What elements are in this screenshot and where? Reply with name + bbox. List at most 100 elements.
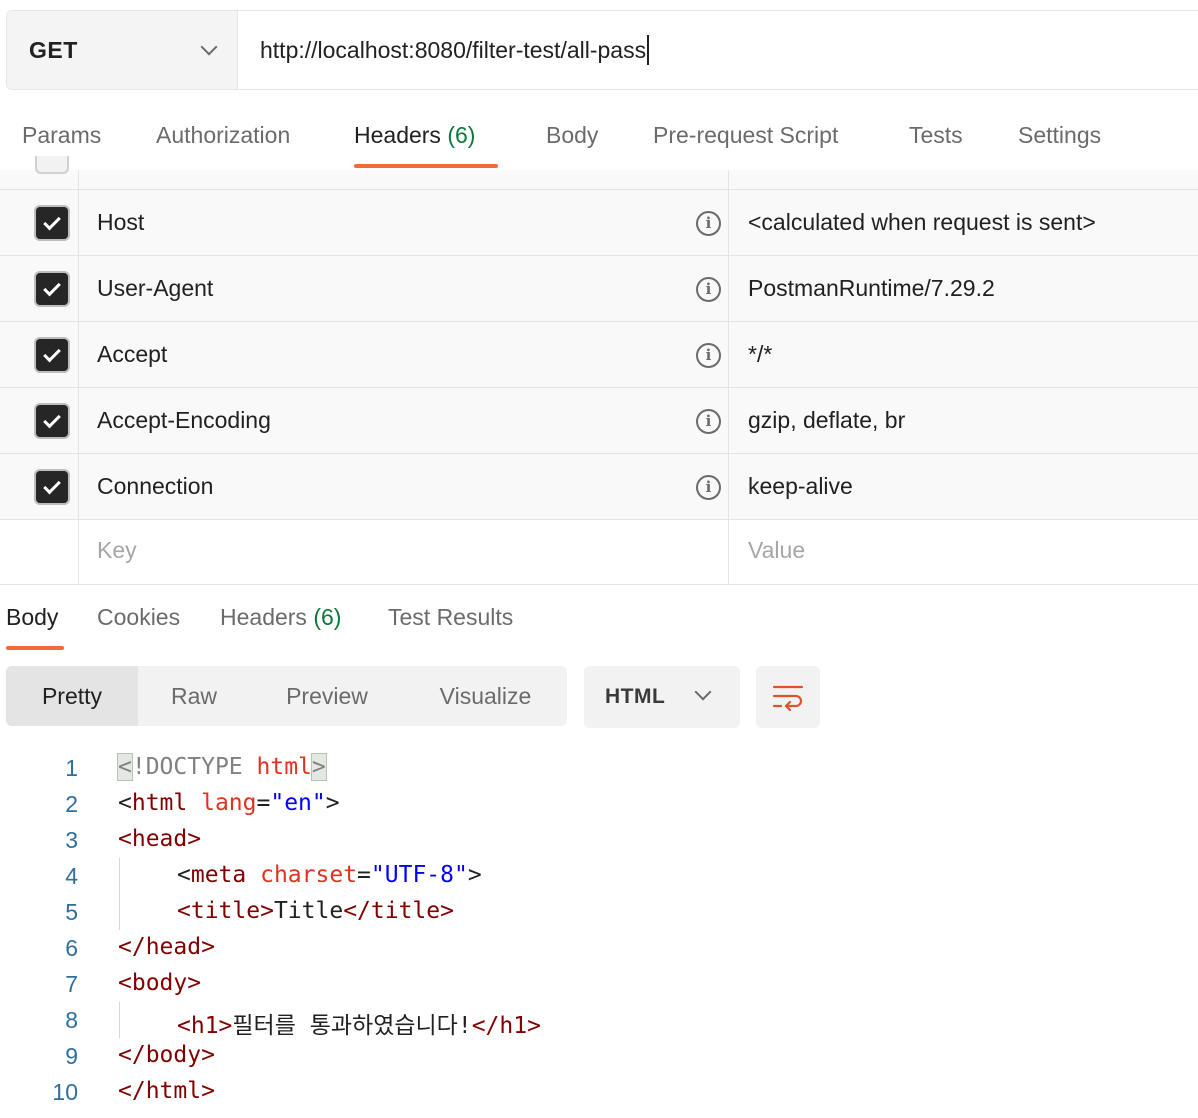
code-line: 5 <title>Title</title> — [0, 894, 1198, 930]
info-icon[interactable]: i — [696, 475, 721, 500]
header-value[interactable]: gzip, deflate, br — [748, 407, 905, 434]
tab-authorization[interactable]: Authorization — [156, 122, 290, 149]
code-token: < — [177, 862, 191, 888]
key-cell[interactable]: Connection i — [79, 454, 729, 519]
enable-checkbox[interactable] — [34, 271, 70, 307]
chevron-down-icon — [200, 38, 218, 56]
response-tab-body[interactable]: Body — [6, 604, 58, 631]
view-raw-button[interactable]: Raw — [138, 666, 250, 726]
tab-count-badge: (6) — [313, 604, 342, 630]
code-text: <head> — [118, 826, 202, 852]
header-key: Accept-Encoding — [97, 407, 271, 433]
key-input-placeholder[interactable]: Key — [97, 537, 137, 564]
info-icon[interactable]: i — [696, 343, 721, 368]
tab-label: Params — [22, 122, 102, 148]
header-value[interactable]: <calculated when request is sent> — [748, 209, 1096, 236]
wrap-lines-button[interactable] — [756, 666, 820, 728]
tab-label: Pre-request Script — [653, 122, 839, 148]
line-number: 1 — [65, 755, 78, 781]
code-token: "en" — [270, 790, 326, 816]
enable-checkbox[interactable] — [34, 337, 70, 373]
line-number: 5 — [65, 899, 78, 925]
tab-body[interactable]: Body — [546, 122, 598, 149]
method-label: GET — [29, 36, 78, 63]
check-icon — [43, 212, 61, 230]
info-icon[interactable]: i — [696, 277, 721, 302]
enable-checkbox[interactable] — [34, 205, 70, 241]
code-text: <html lang="en"> — [118, 790, 340, 816]
table-row: Accept-Encoding i gzip, deflate, br — [0, 388, 1198, 454]
tab-headers[interactable]: Headers (6) — [354, 122, 475, 149]
code-token: = — [256, 790, 271, 816]
check-cell — [0, 388, 79, 453]
check-icon — [43, 410, 61, 428]
header-key: Host — [97, 209, 145, 235]
key-cell[interactable]: Host i — [79, 190, 729, 255]
view-preview-button[interactable]: Preview — [250, 666, 404, 726]
request-tabs: Params Authorization Headers (6) Body Pr… — [0, 110, 1198, 170]
tab-label: Tests — [909, 122, 963, 148]
tab-label: Authorization — [156, 122, 291, 148]
info-icon[interactable]: i — [696, 409, 721, 434]
check-icon — [43, 476, 61, 494]
request-bar: GET http://localhost:8080/filter-test/al… — [6, 10, 1198, 90]
header-key: User-Agent — [97, 275, 214, 301]
info-icon[interactable]: i — [696, 211, 721, 236]
checkbox-partial[interactable] — [35, 156, 69, 174]
tab-settings[interactable]: Settings — [1018, 122, 1101, 149]
check-cell — [0, 156, 79, 189]
table-row: Connection i keep-alive — [0, 454, 1198, 520]
code-token: < — [118, 790, 132, 816]
code-token: html — [256, 754, 312, 780]
code-line: 4 <meta charset="UTF-8"> — [0, 858, 1198, 894]
response-tab-test-results[interactable]: Test Results — [388, 604, 513, 631]
header-value[interactable]: keep-alive — [748, 473, 853, 500]
url-text: http://localhost:8080/filter-test/all-pa… — [260, 36, 647, 63]
format-label: HTML — [605, 685, 666, 708]
header-value[interactable]: */* — [748, 341, 772, 368]
check-cell — [0, 190, 79, 255]
pane-divider[interactable] — [0, 584, 1198, 585]
text-caret — [647, 35, 650, 65]
code-line: 7 <body> — [0, 966, 1198, 1002]
header-value[interactable]: PostmanRuntime/7.29.2 — [748, 275, 995, 302]
response-tab-headers[interactable]: Headers (6) — [220, 604, 341, 631]
code-line: 10 </html> — [0, 1074, 1198, 1110]
code-token: lang — [201, 790, 257, 816]
url-input[interactable]: http://localhost:8080/filter-test/all-pa… — [238, 11, 1198, 89]
code-line: 3 <head> — [0, 822, 1198, 858]
tab-tests[interactable]: Tests — [909, 122, 963, 149]
response-tab-cookies[interactable]: Cookies — [97, 604, 180, 631]
key-cell[interactable]: User-Agent i — [79, 256, 729, 321]
table-row-partial — [0, 156, 1198, 190]
table-row: Host i <calculated when request is sent> — [0, 190, 1198, 256]
tab-label: Body — [6, 604, 59, 630]
enable-checkbox[interactable] — [34, 403, 70, 439]
table-row: Accept i */* — [0, 322, 1198, 388]
enable-checkbox[interactable] — [34, 469, 70, 505]
line-number: 7 — [65, 971, 78, 997]
code-line: 2 <html lang="en"> — [0, 786, 1198, 822]
value-input-placeholder[interactable]: Value — [748, 537, 805, 564]
code-token: </title> — [343, 898, 454, 924]
tab-pre-request-script[interactable]: Pre-request Script — [653, 122, 838, 149]
code-token: Title — [273, 898, 344, 924]
tab-label: Headers — [220, 604, 307, 630]
code-token: "UTF-8" — [370, 862, 468, 888]
key-cell[interactable]: Key — [79, 520, 729, 585]
table-row: User-Agent i PostmanRuntime/7.29.2 — [0, 256, 1198, 322]
format-select[interactable]: HTML — [584, 666, 740, 728]
code-line: 8 <h1>필터를 통과하였습니다!</h1> — [0, 1002, 1198, 1039]
code-token: 필터를 통과하였습니다! — [232, 1013, 472, 1039]
code-token: <title> — [177, 898, 274, 924]
code-token: charset — [260, 862, 358, 888]
code-token: !DOCTYPE — [131, 754, 243, 780]
key-cell[interactable]: Accept-Encoding i — [79, 388, 729, 453]
view-pretty-button[interactable]: Pretty — [6, 666, 138, 726]
line-number: 3 — [65, 827, 78, 853]
method-select[interactable]: GET — [7, 11, 238, 89]
check-icon — [43, 278, 61, 296]
view-visualize-button[interactable]: Visualize — [404, 666, 567, 726]
tab-params[interactable]: Params — [22, 122, 101, 149]
key-cell[interactable]: Accept i — [79, 322, 729, 387]
